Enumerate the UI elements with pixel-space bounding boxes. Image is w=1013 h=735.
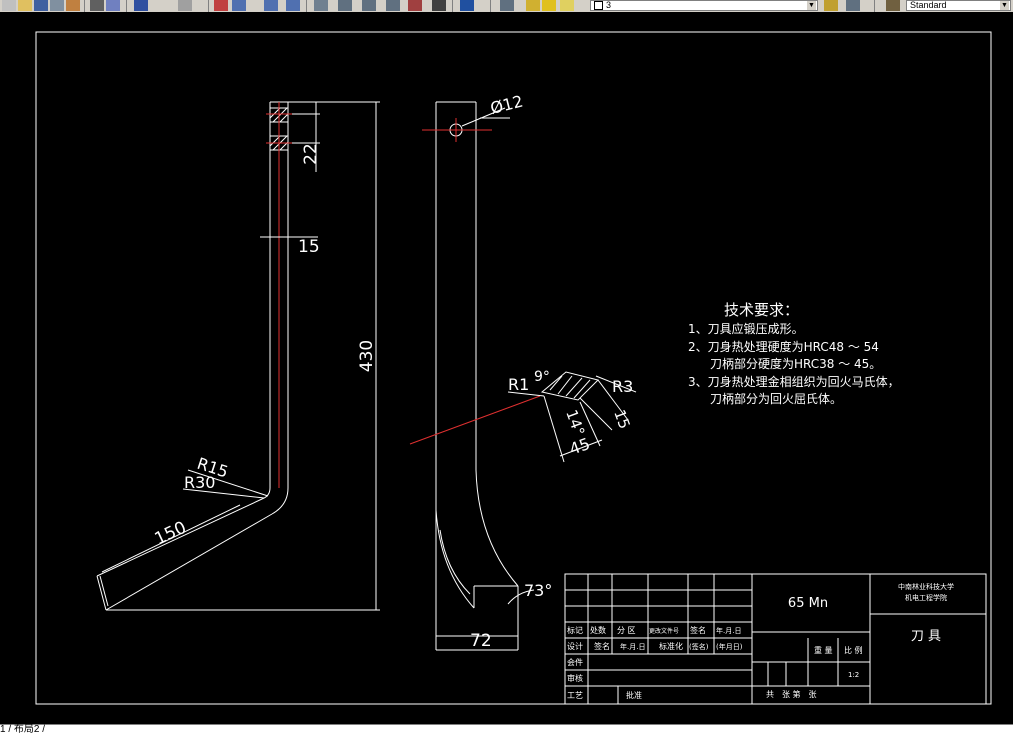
copy-icon[interactable]: [106, 0, 120, 11]
tool-palette-icon[interactable]: [362, 0, 376, 11]
tb-label-zone: 分 区: [617, 626, 636, 635]
dim-hole-diameter: Ø12: [488, 91, 525, 117]
dim-blade-length: 150: [152, 518, 190, 550]
tb-label-parts: 会件: [567, 657, 583, 667]
print-icon[interactable]: [50, 0, 64, 11]
drawing-canvas[interactable]: 22 15 430 R15 R30 150 Ø12 72 73° R1 9° R…: [0, 12, 1013, 724]
dim-section-thickness: 15: [610, 407, 633, 431]
layer-freeze-icon[interactable]: [542, 0, 556, 11]
help-icon[interactable]: [460, 0, 474, 11]
layer-color-swatch: [594, 1, 603, 10]
dim-radius-inner: R30: [184, 473, 215, 492]
separator: [306, 0, 307, 12]
properties-icon[interactable]: [314, 0, 328, 11]
chevron-down-icon: ▼: [1000, 1, 1009, 10]
layout-tabs[interactable]: 1 / 布局2 /: [0, 724, 1013, 735]
tb-label-std-sign: (签名): [689, 642, 709, 651]
pan-icon[interactable]: [214, 0, 228, 11]
dim-hole-spacing: 22: [301, 143, 321, 165]
front-view: [96, 101, 289, 611]
make-current-layer-icon[interactable]: [824, 0, 838, 11]
layer-lock-icon[interactable]: [560, 0, 574, 11]
plot-style-icon[interactable]: [886, 0, 900, 11]
design-center-icon[interactable]: [338, 0, 352, 11]
calculator-icon[interactable]: [432, 0, 446, 11]
dim-tip-angle: 73°: [524, 581, 552, 600]
tb-label-design-date: 年.月.日: [620, 642, 645, 651]
dim-base-width: 72: [470, 631, 492, 651]
layer-previous-icon[interactable]: [846, 0, 860, 11]
save-icon[interactable]: [34, 0, 48, 11]
separator: [208, 0, 209, 12]
tb-label-standardize: 标准化: [659, 641, 683, 651]
layout-tab-label[interactable]: 1 / 布局2 /: [0, 724, 45, 735]
redo-icon[interactable]: [178, 0, 192, 11]
tb-label-std-date: (年月日): [716, 642, 743, 651]
part-name: 刀 具: [911, 629, 941, 644]
tb-label-date: 年.月.日: [716, 626, 741, 635]
cut-icon[interactable]: [90, 0, 104, 11]
layer-dropdown[interactable]: 3 ▼: [590, 0, 818, 11]
requirement-line-3: 刀柄部分硬度为HRC38 ～ 45。: [710, 356, 881, 371]
layer-manager-icon[interactable]: [500, 0, 514, 11]
markup-icon[interactable]: [408, 0, 422, 11]
style-dropdown[interactable]: Standard ▼: [906, 0, 1011, 11]
requirement-line-2: 2、刀身热处理硬度为HRC48 ～ 54: [688, 339, 879, 354]
sheet-set-icon[interactable]: [386, 0, 400, 11]
dim-section-r3: R3: [612, 377, 633, 396]
zoom-previous-icon[interactable]: [286, 0, 300, 11]
requirements-title: 技术要求：: [724, 301, 799, 319]
side-view: [435, 101, 519, 651]
school-name-line-2: 机电工程学院: [905, 593, 947, 602]
chevron-down-icon: ▼: [807, 1, 816, 10]
tb-label-design-sign: 签名: [594, 641, 610, 651]
dim-section-r1: R1: [508, 375, 529, 394]
tb-label-weight: 重 量: [814, 645, 833, 655]
side-center-lines: [409, 118, 541, 445]
zoom-window-icon[interactable]: [264, 0, 278, 11]
drawing-svg: 22 15 430 R15 R30 150 Ø12 72 73° R1 9° R…: [35, 31, 992, 705]
layer-on-icon[interactable]: [526, 0, 540, 11]
new-icon[interactable]: [2, 0, 16, 11]
separator: [490, 0, 491, 12]
requirement-line-4: 3、刀身热处理金相组织为回火马氏体，: [688, 374, 900, 389]
dim-section-width: 45: [567, 434, 593, 459]
style-dropdown-value: Standard: [910, 0, 947, 10]
tb-scale-value: 1:2: [848, 671, 859, 679]
tb-label-process: 工艺: [567, 691, 583, 700]
separator: [874, 0, 875, 12]
separator: [452, 0, 453, 12]
school-name-line-1: 中南林业科技大学: [898, 582, 954, 591]
separator: [126, 0, 127, 12]
tb-label-review: 审核: [567, 673, 583, 683]
plot-preview-icon[interactable]: [66, 0, 80, 11]
tb-label-mark: 标记: [567, 625, 583, 635]
material-label: 65 Mn: [788, 596, 828, 611]
zoom-realtime-icon[interactable]: [232, 0, 246, 11]
dim-thickness: 15: [298, 237, 320, 257]
front-dimensions: [101, 101, 380, 611]
requirement-line-1: 1、刀具应锻压成形。: [688, 321, 804, 336]
tb-label-change-doc: 更改文件号: [649, 627, 679, 635]
open-icon[interactable]: [18, 0, 32, 11]
tb-label-count: 处数: [590, 625, 606, 635]
tb-label-design: 设计: [567, 641, 583, 651]
layer-dropdown-value: 3: [606, 0, 612, 10]
tb-sheets: 共 张 第 张: [766, 689, 817, 699]
tb-label-signature: 签名: [690, 625, 706, 635]
dim-height: 430: [357, 340, 377, 372]
requirement-line-5: 刀柄部分为回火屈氏体。: [710, 391, 842, 406]
tb-label-scale: 比 例: [844, 645, 863, 655]
undo-icon[interactable]: [134, 0, 148, 11]
dim-section-angle-top: 9°: [534, 369, 550, 385]
separator: [84, 0, 85, 12]
tb-label-approve: 批准: [626, 690, 642, 700]
